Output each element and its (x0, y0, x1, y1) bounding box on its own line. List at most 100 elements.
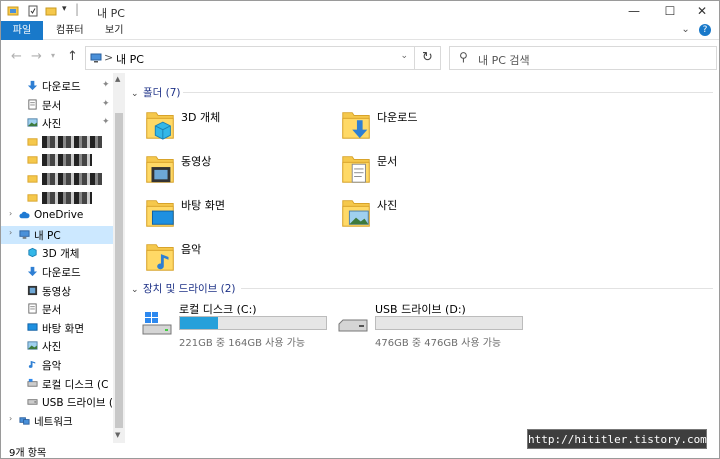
desktop-icon (27, 323, 38, 331)
folder-tile[interactable]: 3D 개체 (145, 105, 345, 147)
group-divider (183, 92, 713, 93)
navigation-bar: ← → ▾ ↑ > 내 PC ⌄ ↻ ⚲ 내 PC 검색 (1, 41, 719, 73)
nav-pane-scrollbar[interactable]: ▲ ▼ (113, 73, 125, 443)
download-arrow-icon (27, 266, 38, 277)
sidebar-item[interactable]: 바탕 화면 (1, 319, 113, 337)
sidebar-item[interactable] (1, 151, 113, 169)
sidebar-item[interactable]: 로컬 디스크 (C (1, 375, 113, 393)
folder-tile-label: 동영상 (181, 155, 212, 168)
drive-tile[interactable]: USB 드라이브 (D:) 476GB 중 476GB 사용 가능 (337, 301, 537, 349)
drive-usage-bar (375, 316, 523, 330)
breadcrumb-current[interactable]: 내 PC (116, 51, 144, 67)
pin-icon[interactable]: ✦ (102, 117, 110, 127)
sidebar-item-label: 문서 (42, 304, 62, 317)
pin-icon[interactable]: ✦ (102, 99, 110, 109)
explorer-app-icon[interactable] (7, 5, 19, 17)
music-folder-icon (146, 244, 174, 271)
sidebar-item[interactable]: USB 드라이브 ( (1, 393, 113, 411)
tab-file[interactable]: 파일 (1, 21, 43, 40)
recent-locations-chevron-icon[interactable]: ▾ (51, 51, 55, 60)
sidebar-item[interactable]: 동영상 (1, 282, 113, 300)
drives-group-header[interactable]: ⌄ 장치 및 드라이브 (2) (131, 281, 236, 296)
sidebar-item-label: 다운로드 (42, 267, 81, 279)
address-dropdown-chevron-icon[interactable]: ⌄ (400, 51, 408, 61)
scroll-up-arrow-icon[interactable]: ▲ (115, 75, 120, 83)
collapse-chevron-icon[interactable]: ⌄ (131, 89, 143, 99)
folders-group-header[interactable]: ⌄ 폴더 (7) (131, 85, 181, 100)
customize-quick-access-icon[interactable]: ▾ (62, 4, 74, 16)
sidebar-item-label: 3D 개체 (42, 248, 80, 261)
video-folder-icon (146, 156, 174, 183)
collapse-chevron-icon[interactable]: ⌄ (131, 285, 143, 295)
desktop-folder-icon (146, 200, 174, 227)
search-icon: ⚲ (459, 50, 468, 64)
expand-chevron-icon[interactable]: › (9, 228, 12, 237)
file-explorer-window: ▾ | 내 PC — ☐ ✕ 파일 컴퓨터 보기 ⌄ ? ← → ▾ ↑ > 내… (0, 0, 720, 459)
sidebar-item[interactable]: 3D 개체 (1, 244, 113, 262)
folder-tile[interactable]: 음악 (145, 237, 345, 279)
document-icon (28, 303, 37, 314)
document-folder-icon (342, 156, 370, 183)
folder-tile[interactable]: 바탕 화면 (145, 193, 345, 235)
expand-ribbon-icon[interactable]: ⌄ (681, 24, 689, 35)
group-divider (241, 288, 713, 289)
new-folder-icon[interactable] (45, 5, 57, 17)
drive-space-text: 476GB 중 476GB 사용 가능 (375, 338, 502, 349)
sidebar-item-label: 다운로드 (42, 81, 81, 93)
sidebar-item[interactable]: 문서 (1, 300, 113, 318)
folder-tile[interactable]: 문서 (341, 149, 541, 191)
folder-icon (27, 156, 38, 165)
minimize-button[interactable]: — (617, 1, 651, 21)
folder-tile-label: 다운로드 (377, 111, 418, 124)
folder-tile[interactable]: 다운로드 (341, 105, 541, 147)
sidebar-item[interactable]: 사진 ✦ (1, 114, 113, 132)
sidebar-item[interactable] (1, 133, 113, 151)
maximize-button[interactable]: ☐ (653, 1, 687, 21)
expand-chevron-icon[interactable]: › (9, 414, 12, 423)
search-box[interactable]: ⚲ 내 PC 검색 (449, 46, 717, 70)
pin-icon[interactable]: ✦ (102, 80, 110, 90)
sidebar-item-label: OneDrive (34, 209, 84, 222)
sidebar-item[interactable]: 음악 (1, 356, 113, 374)
title-divider: | (75, 2, 80, 16)
folder-tile-label: 바탕 화면 (181, 199, 225, 212)
folder-tile[interactable]: 사진 (341, 193, 541, 235)
sidebar-item[interactable]: 사진 (1, 337, 113, 355)
item-count: 9개 항목 (9, 448, 47, 459)
sidebar-item[interactable]: 네트워크 (1, 412, 113, 430)
close-button[interactable]: ✕ (685, 1, 719, 21)
sidebar-item-label: USB 드라이브 ( (42, 397, 113, 410)
help-icon[interactable]: ? (699, 24, 711, 36)
sidebar-item[interactable]: 문서 ✦ (1, 96, 113, 114)
search-placeholder[interactable]: 내 PC 검색 (478, 52, 530, 68)
sidebar-item-label: 네트워크 (34, 415, 73, 428)
sidebar-item[interactable] (1, 189, 113, 207)
computer-icon (19, 230, 30, 239)
pictures-icon (27, 341, 38, 351)
drive-tile[interactable]: 로컬 디스크 (C:) 221GB 중 164GB 사용 가능 (141, 301, 341, 349)
content-area: ⌄ 폴더 (7) 3D 개체 다운로드동영상 문서바탕 화면 사진 음악 ⌄ 장치 및 드라… (125, 73, 719, 443)
scrollbar-thumb[interactable] (115, 113, 123, 428)
tab-view[interactable]: 보기 (105, 21, 123, 40)
breadcrumb-separator[interactable]: > (104, 51, 113, 64)
folder-tile[interactable]: 동영상 (145, 149, 345, 191)
sidebar-item[interactable]: OneDrive (1, 207, 113, 225)
cube-icon (28, 248, 37, 258)
ribbon-right-controls: ⌄ ? (681, 24, 711, 36)
redacted-folder-name (42, 135, 102, 148)
tab-computer[interactable]: 컴퓨터 (56, 21, 84, 40)
sidebar-item[interactable]: 다운로드 ✦ (1, 77, 113, 95)
forward-arrow-icon[interactable]: → (31, 49, 42, 64)
refresh-icon[interactable]: ↻ (414, 47, 440, 69)
sidebar-item[interactable]: 다운로드 (1, 263, 113, 281)
folder-tile-label: 문서 (377, 155, 398, 168)
up-arrow-icon[interactable]: ↑ (67, 49, 78, 64)
back-arrow-icon[interactable]: ← (11, 49, 22, 64)
sidebar-item[interactable]: 내 PC (1, 225, 113, 244)
expand-chevron-icon[interactable]: › (9, 209, 12, 218)
scroll-down-arrow-icon[interactable]: ▼ (115, 431, 120, 439)
folder-icon (27, 175, 38, 183)
address-bar[interactable]: > 내 PC ⌄ ↻ (85, 46, 441, 70)
sidebar-item[interactable] (1, 170, 113, 188)
properties-icon[interactable] (27, 5, 39, 17)
